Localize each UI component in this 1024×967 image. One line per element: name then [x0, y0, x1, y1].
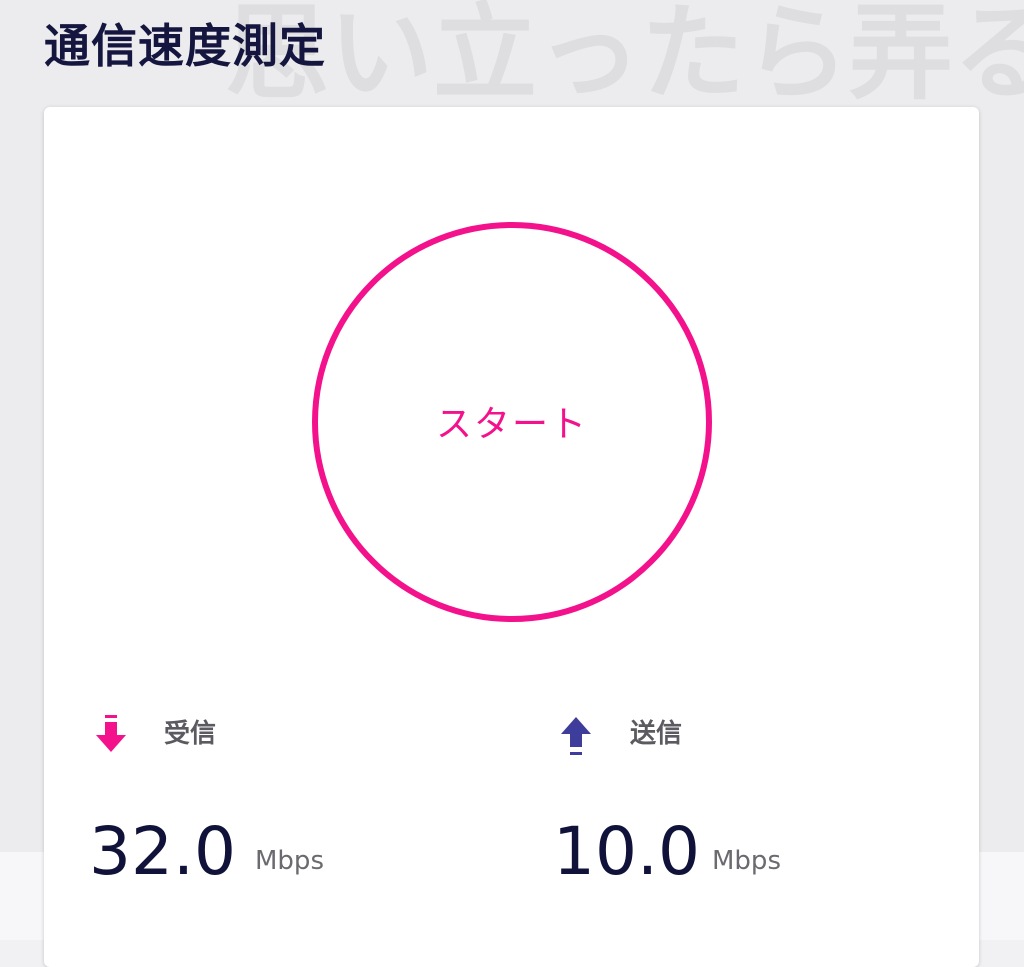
- upload-unit: Mbps: [712, 846, 781, 876]
- watermark-text: 思い立ったら弄る！: [225, 0, 1024, 114]
- page-title: 通信速度測定: [44, 19, 326, 73]
- upload-label: 送信: [630, 719, 683, 749]
- upload-value: 10.0: [553, 813, 700, 890]
- speed-test-card: スタート 受信 32.0 Mbps 送信 10.0 Mbps: [44, 107, 979, 967]
- download-arrow-icon: [96, 715, 126, 752]
- start-button-label: スタート: [435, 404, 588, 445]
- download-unit: Mbps: [255, 846, 324, 876]
- start-button[interactable]: スタート: [312, 222, 712, 622]
- download-label: 受信: [164, 719, 217, 749]
- download-value: 32.0: [89, 813, 236, 890]
- upload-arrow-icon: [561, 717, 591, 755]
